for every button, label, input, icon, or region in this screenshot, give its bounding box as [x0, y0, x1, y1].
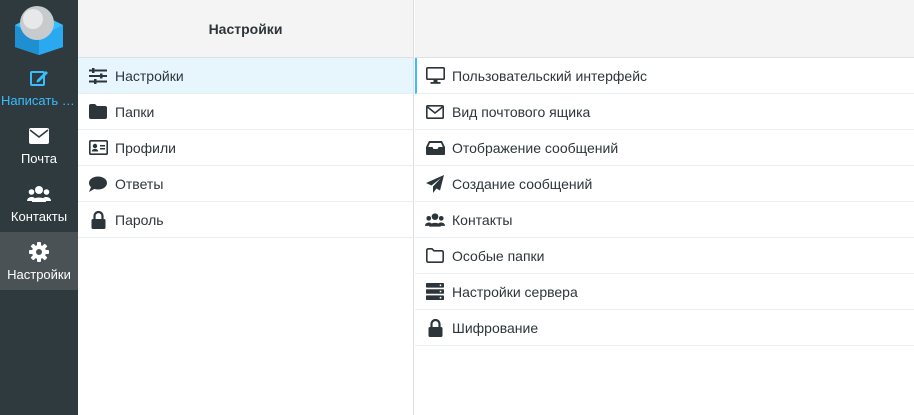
section-server-settings[interactable]: Настройки сервера	[415, 274, 914, 310]
section-label: Отображение сообщений	[452, 139, 619, 156]
settings-list: Настройки Настройки Папки Профили Ответы…	[78, 0, 414, 415]
list-item-label: Папки	[115, 103, 155, 120]
section-contacts[interactable]: Контакты	[415, 202, 914, 238]
id-card-icon	[88, 138, 108, 158]
settings-label: Настройки	[7, 266, 71, 282]
nav-contacts[interactable]: Контакты	[0, 174, 78, 232]
list-item-folders[interactable]: Папки	[78, 94, 413, 130]
section-encryption[interactable]: Шифрование	[415, 310, 914, 346]
list-item-responses[interactable]: Ответы	[78, 166, 413, 202]
section-composing[interactable]: Создание сообщений	[415, 166, 914, 202]
folder-outline-icon	[425, 246, 445, 266]
compose-label: Написать с...	[1, 92, 77, 108]
section-label: Контакты	[452, 211, 513, 228]
section-ui[interactable]: Пользовательский интерфейс	[415, 58, 914, 94]
paper-plane-icon	[425, 174, 445, 194]
list-header: Настройки	[78, 0, 413, 58]
sections-header	[415, 0, 914, 58]
app-logo[interactable]	[0, 0, 78, 58]
lock-icon	[425, 318, 445, 338]
section-label: Шифрование	[452, 319, 539, 336]
section-label: Пользовательский интерфейс	[452, 67, 648, 84]
sliders-icon	[88, 66, 108, 86]
contacts-label: Контакты	[10, 208, 68, 224]
section-label: Особые папки	[452, 247, 545, 264]
list-item-label: Пароль	[115, 211, 164, 228]
section-mailbox-view[interactable]: Вид почтового ящика	[415, 94, 914, 130]
sections-panel: Пользовательский интерфейс Вид почтового…	[415, 0, 914, 415]
folder-icon	[88, 102, 108, 122]
monitor-icon	[425, 66, 445, 86]
gear-icon	[29, 241, 49, 263]
users-icon	[425, 210, 445, 230]
list-item-settings[interactable]: Настройки	[78, 58, 413, 94]
list-item-password[interactable]: Пароль	[78, 202, 413, 238]
nav-settings[interactable]: Настройки	[0, 232, 78, 290]
nav-rail: Написать с... Почта Контакты Настройки	[0, 0, 78, 415]
inbox-icon	[425, 138, 445, 158]
section-label: Создание сообщений	[452, 175, 593, 192]
comment-icon	[88, 174, 108, 194]
logo-icon	[15, 6, 63, 55]
list-item-label: Профили	[115, 139, 176, 156]
envelope-outline-icon	[425, 102, 445, 122]
list-item-label: Ответы	[115, 175, 164, 192]
compose-icon	[29, 67, 49, 89]
users-icon	[27, 183, 51, 205]
section-message-display[interactable]: Отображение сообщений	[415, 130, 914, 166]
list-item-identities[interactable]: Профили	[78, 130, 413, 166]
list-item-label: Настройки	[115, 67, 184, 84]
section-special-folders[interactable]: Особые папки	[415, 238, 914, 274]
envelope-icon	[29, 125, 49, 147]
section-label: Вид почтового ящика	[452, 103, 591, 120]
section-label: Настройки сервера	[452, 283, 578, 300]
compose-button[interactable]: Написать с...	[0, 58, 78, 116]
nav-mail[interactable]: Почта	[0, 116, 78, 174]
mail-label: Почта	[20, 150, 58, 166]
server-icon	[425, 282, 445, 302]
list-title: Настройки	[208, 20, 283, 37]
lock-icon	[88, 210, 108, 230]
